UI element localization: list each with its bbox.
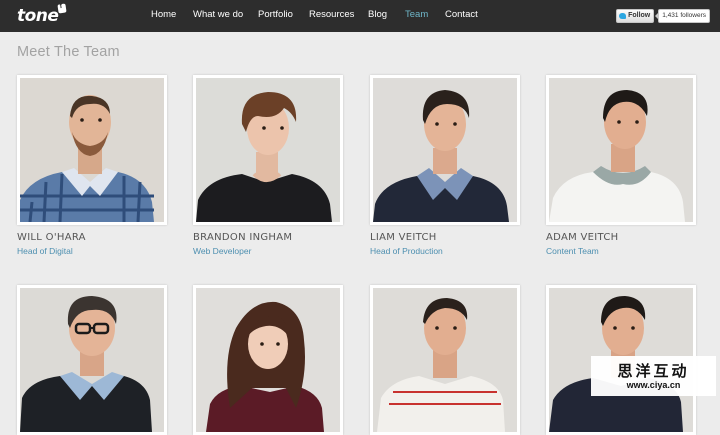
team-member-name: BRANDON INGHAM <box>193 232 293 243</box>
page-title: Meet The Team <box>17 44 120 60</box>
team-member-name: ADAM VEITCH <box>546 232 619 243</box>
photo-frame <box>193 285 343 435</box>
team-member-name: WILL O'HARA <box>17 232 86 243</box>
twitter-follow-button[interactable]: Follow <box>616 8 655 23</box>
nav-blog[interactable]: Blog <box>368 9 387 21</box>
photo-frame <box>193 75 343 225</box>
team-member-photo[interactable] <box>20 78 164 222</box>
team-member-photo[interactable] <box>549 78 693 222</box>
watermark-url: www.ciya.cn <box>626 380 681 390</box>
nav-portfolio[interactable]: Portfolio <box>258 9 293 21</box>
twitter-bird-icon <box>619 12 627 19</box>
watermark-chinese-text: 思洋互动 <box>617 362 690 380</box>
team-member-photo[interactable] <box>20 288 164 432</box>
site-logo[interactable]: tone <box>17 6 59 26</box>
photo-frame <box>370 285 520 435</box>
nav-what-we-do[interactable]: What we do <box>193 9 243 21</box>
photo-frame <box>370 75 520 225</box>
team-member-name: LIAM VEITCH <box>370 232 437 243</box>
top-navigation-bar: tone f Home What we do Portfolio Resourc… <box>0 0 720 32</box>
team-member-photo[interactable] <box>373 288 517 432</box>
watermark: 思洋互动 www.ciya.cn <box>591 356 716 396</box>
twitter-follow-widget: Follow 1,431 followers <box>616 8 710 23</box>
nav-contact[interactable]: Contact <box>445 9 478 21</box>
twitter-follow-label: Follow <box>628 12 651 19</box>
team-member-photo[interactable] <box>196 288 340 432</box>
logo-mark-icon: f <box>57 3 67 14</box>
team-member-role[interactable]: Web Developer <box>193 246 251 256</box>
team-member-role[interactable]: Head of Production <box>370 246 443 256</box>
photo-frame <box>17 75 167 225</box>
photo-frame <box>546 75 696 225</box>
team-member-role[interactable]: Head of Digital <box>17 246 73 256</box>
team-member-photo[interactable] <box>373 78 517 222</box>
nav-resources[interactable]: Resources <box>309 9 354 21</box>
team-member-role[interactable]: Content Team <box>546 246 599 256</box>
photo-frame <box>17 285 167 435</box>
nav-home[interactable]: Home <box>151 9 176 21</box>
team-member-photo[interactable] <box>196 78 340 222</box>
logo-mark-letter: f <box>59 3 63 11</box>
nav-team[interactable]: Team <box>405 9 428 21</box>
twitter-follower-count[interactable]: 1,431 followers <box>655 8 710 23</box>
